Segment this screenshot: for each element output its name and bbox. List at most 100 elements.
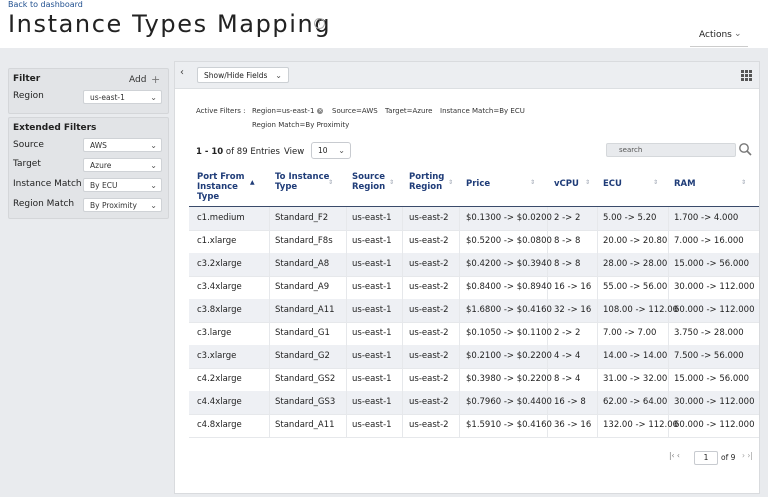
col-header-price[interactable]: Price <box>466 179 490 189</box>
table-cell: us-east-2 <box>409 236 449 246</box>
pagination-first-prev[interactable]: |‹ ‹ <box>669 451 680 460</box>
column-divider <box>269 391 270 414</box>
entries-total: of 89 Entries <box>225 147 280 157</box>
source-select-value: AWS <box>90 141 107 150</box>
col-header-ram[interactable]: RAM <box>674 179 696 189</box>
card-toolbar: ‹ Show/Hide Fields ⌄ <box>175 62 759 89</box>
column-divider <box>402 322 403 345</box>
table-header: Port From Instance Type ▲ To Instance Ty… <box>189 166 759 208</box>
table-row[interactable]: c3.4xlarge Standard_A9 us-east-1 us-east-2 $… <box>189 276 759 300</box>
table-cell: 16 -> 8 <box>554 397 586 407</box>
target-select[interactable]: Azure ⌄ <box>83 158 162 172</box>
extended-filters-title: Extended Filters <box>13 123 97 133</box>
column-divider <box>346 207 347 230</box>
table-cell: c3.2xlarge <box>197 259 242 269</box>
sort-icon[interactable]: ⇕ <box>653 179 658 186</box>
sort-icon[interactable]: ⇕ <box>530 179 535 186</box>
add-filter-button[interactable]: Add <box>129 75 146 85</box>
remove-filter-icon[interactable]: × <box>317 108 324 114</box>
sort-icon[interactable]: ⇕ <box>389 179 394 186</box>
sort-asc-icon[interactable]: ▲ <box>250 179 255 186</box>
table-row[interactable]: c4.8xlarge Standard_A11 us-east-1 us-east-2… <box>189 414 759 438</box>
region-select[interactable]: us-east-1 ⌄ <box>83 90 162 104</box>
table-cell: c3.xlarge <box>197 351 237 361</box>
column-divider <box>269 299 270 322</box>
source-select[interactable]: AWS ⌄ <box>83 138 162 152</box>
page-size-select[interactable]: 10 ⌄ <box>311 142 351 159</box>
column-divider <box>668 391 669 414</box>
table-cell: 7.500 -> 56.000 <box>674 351 744 361</box>
table-cell: Standard_GS3 <box>275 397 336 407</box>
back-to-dashboard-link[interactable]: Back to dashboard <box>8 0 83 9</box>
active-filters-label: Active Filters : <box>196 107 246 115</box>
col-header-port-from[interactable]: Port From Instance Type <box>197 172 245 202</box>
table-cell: us-east-1 <box>352 236 392 246</box>
table-cell: 8 -> 4 <box>554 374 581 384</box>
table-row[interactable]: c1.xlarge Standard_F8s us-east-1 us-east-2 $… <box>189 230 759 254</box>
table-cell: Standard_F2 <box>275 213 329 223</box>
table-cell: $0.1050 -> $0.1100 <box>466 328 552 338</box>
info-icon[interactable]: i <box>314 18 325 29</box>
grid-view-icon[interactable] <box>741 70 752 81</box>
table-cell: us-east-1 <box>352 213 392 223</box>
column-divider <box>402 276 403 299</box>
actions-label: Actions <box>699 30 732 40</box>
region-match-select[interactable]: By Proximity ⌄ <box>83 198 162 212</box>
column-divider <box>668 276 669 299</box>
table-cell: 8 -> 8 <box>554 236 581 246</box>
col-header-source-region[interactable]: Source Region <box>352 172 390 192</box>
column-divider <box>459 299 460 322</box>
table-row[interactable]: c3.2xlarge Standard_A8 us-east-1 us-east-2 $… <box>189 253 759 277</box>
col-header-porting-region[interactable]: Porting Region <box>409 172 447 192</box>
sort-icon[interactable]: ⇕ <box>448 179 453 186</box>
column-divider <box>668 322 669 345</box>
show-hide-fields-dropdown[interactable]: Show/Hide Fields ⌄ <box>197 67 289 83</box>
column-divider <box>597 276 598 299</box>
table-row[interactable]: c3.large Standard_G1 us-east-1 us-east-2 $0.… <box>189 322 759 346</box>
table-cell: Standard_A11 <box>275 305 335 315</box>
column-divider <box>597 391 598 414</box>
table-cell: $1.5910 -> $0.4160 <box>466 420 552 430</box>
table-cell: Standard_GS2 <box>275 374 336 384</box>
extended-filters-panel: Extended Filters Source AWS ⌄ Target Azu… <box>8 117 169 219</box>
column-divider <box>668 230 669 253</box>
search-input[interactable]: search <box>606 143 736 157</box>
page-number-input[interactable]: 1 <box>694 451 718 465</box>
chevron-down-icon: ⌄ <box>734 29 742 39</box>
table-cell: c3.4xlarge <box>197 282 242 292</box>
collapse-panel-icon[interactable]: ‹ <box>180 67 184 78</box>
search-icon[interactable] <box>738 142 752 156</box>
entries-summary: 1 - 10 of 89 Entries <box>196 147 280 157</box>
table-row[interactable]: c1.medium Standard_F2 us-east-1 us-east-2 $0… <box>189 207 759 231</box>
column-divider <box>402 345 403 368</box>
page-title: Instance Types Mapping <box>8 10 332 38</box>
sort-icon[interactable]: ⇕ <box>328 179 333 186</box>
col-header-vcpu[interactable]: vCPU <box>554 179 579 189</box>
instance-match-select[interactable]: By ECU ⌄ <box>83 178 162 192</box>
active-filter-text: Region=us-east-1 <box>252 107 315 115</box>
table-cell: $0.1300 -> $0.0200 <box>466 213 552 223</box>
col-header-ecu[interactable]: ECU <box>603 179 622 189</box>
table-cell: 7.000 -> 16.000 <box>674 236 744 246</box>
table-cell: 36 -> 16 <box>554 420 592 430</box>
chevron-down-icon: ⌄ <box>150 201 157 210</box>
table-cell: 5.00 -> 5.20 <box>603 213 657 223</box>
table-row[interactable]: c4.4xlarge Standard_GS3 us-east-1 us-east-2… <box>189 391 759 415</box>
table-cell: $0.3980 -> $0.2200 <box>466 374 552 384</box>
actions-dropdown[interactable]: Actions ⌄ <box>690 26 748 47</box>
table-row[interactable]: c3.8xlarge Standard_A11 us-east-1 us-east-2… <box>189 299 759 323</box>
table-cell: us-east-1 <box>352 374 392 384</box>
table-row[interactable]: c3.xlarge Standard_G2 us-east-1 us-east-2 $0… <box>189 345 759 369</box>
sort-icon[interactable]: ⇕ <box>741 179 746 186</box>
table-cell: $0.4200 -> $0.3940 <box>466 259 552 269</box>
column-divider <box>459 345 460 368</box>
plus-icon[interactable]: + <box>151 73 160 86</box>
region-match-select-value: By Proximity <box>90 201 137 210</box>
column-divider <box>459 230 460 253</box>
table-cell: us-east-1 <box>352 397 392 407</box>
table-row[interactable]: c4.2xlarge Standard_GS2 us-east-1 us-east-2… <box>189 368 759 392</box>
column-divider <box>269 345 270 368</box>
table-cell: us-east-1 <box>352 420 392 430</box>
sort-icon[interactable]: ⇕ <box>585 179 590 186</box>
pagination-next-last[interactable]: › ›| <box>742 451 753 460</box>
